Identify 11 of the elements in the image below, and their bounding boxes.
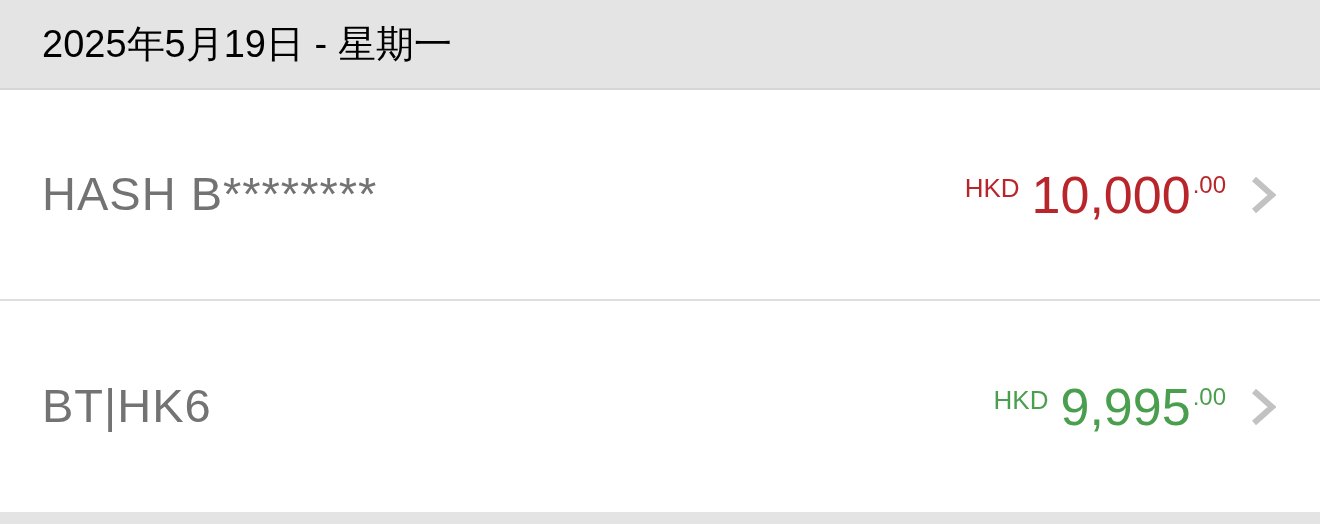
currency-code: HKD bbox=[964, 171, 1020, 205]
chevron-right-icon bbox=[1250, 386, 1276, 427]
amount: 9,995 bbox=[1060, 376, 1191, 437]
amount-decimals: .00 bbox=[1192, 169, 1226, 200]
payee-name: BT|HK6 bbox=[42, 378, 213, 435]
amount: 10,000 bbox=[1031, 164, 1191, 225]
date-header: 2025年5月19日 - 星期一 bbox=[42, 21, 452, 67]
payee-name: HASH B******** bbox=[42, 166, 379, 223]
chevron-right-icon bbox=[1250, 174, 1276, 215]
amount-decimals: .00 bbox=[1192, 381, 1226, 412]
currency-code: HKD bbox=[993, 383, 1049, 417]
